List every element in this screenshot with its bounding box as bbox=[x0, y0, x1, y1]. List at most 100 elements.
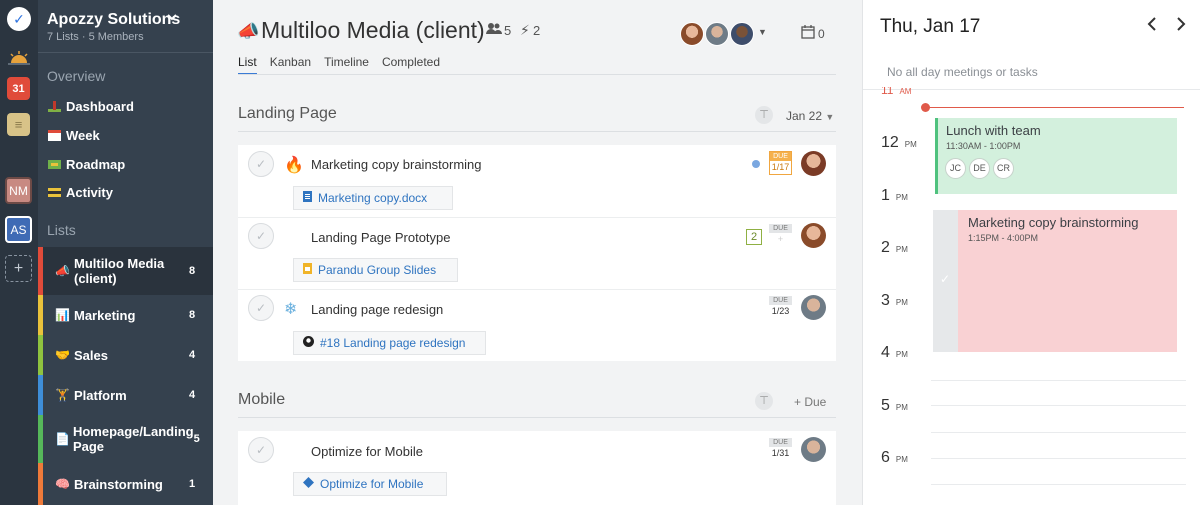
tab-timeline[interactable]: Timeline bbox=[324, 55, 369, 75]
list-label: Marketing bbox=[74, 307, 136, 323]
divider bbox=[238, 417, 836, 418]
avatar[interactable] bbox=[801, 223, 826, 248]
caret-down-icon[interactable]: ▼ bbox=[758, 27, 767, 37]
task-checkbox[interactable]: ✓ bbox=[248, 151, 274, 177]
megaphone-icon: 📣 bbox=[237, 21, 260, 41]
sidebar: Apozzy Solutions 7 Lists · 5 Members Ove… bbox=[38, 0, 213, 505]
sidebar-list-marketing[interactable]: 📊 Marketing 8 bbox=[38, 295, 213, 335]
due-badge[interactable]: DUE 1/17 bbox=[769, 151, 792, 175]
section-title[interactable]: Landing Page bbox=[238, 105, 337, 123]
attendee-chip[interactable]: CR bbox=[993, 158, 1014, 179]
calendar-count: 0 bbox=[818, 27, 825, 41]
sidebar-list-sales[interactable]: 🤝 Sales 4 bbox=[38, 335, 213, 375]
task-title[interactable]: Optimize for Mobile bbox=[311, 444, 423, 459]
check-icon: ✓ bbox=[940, 272, 951, 286]
list-count: 5 bbox=[193, 433, 200, 445]
hour-gridline bbox=[931, 484, 1186, 485]
attendee-chip[interactable]: JC bbox=[945, 158, 966, 179]
chevron-right-icon[interactable] bbox=[1176, 17, 1186, 36]
hour-gridline bbox=[931, 458, 1186, 459]
section-title[interactable]: Mobile bbox=[238, 391, 285, 409]
attendee-chip[interactable]: DE bbox=[969, 158, 990, 179]
sidebar-item-roadmap[interactable]: Roadmap bbox=[47, 154, 125, 174]
calendar-check-icon[interactable] bbox=[801, 25, 815, 42]
task-checkbox[interactable]: ✓ bbox=[248, 295, 274, 321]
hour-value: 2 bbox=[881, 239, 890, 256]
sidebar-item-dashboard[interactable]: Dashboard bbox=[47, 96, 134, 116]
due-badge[interactable]: DUE 1/23 bbox=[769, 296, 792, 318]
github-icon bbox=[303, 336, 314, 350]
sidebar-item-activity[interactable]: Activity bbox=[47, 182, 113, 202]
task-title[interactable]: Marketing copy brainstorming bbox=[311, 157, 482, 172]
attachment-chip[interactable]: Optimize for Mobile bbox=[293, 472, 447, 496]
hour-ampm: PM bbox=[895, 245, 908, 254]
task-title[interactable]: Landing page redesign bbox=[311, 302, 443, 317]
calendar-week-icon bbox=[47, 129, 62, 142]
workspace-as-button[interactable]: AS bbox=[5, 216, 32, 243]
avatar[interactable] bbox=[801, 151, 826, 176]
calendar-event-lunch[interactable]: Lunch with team 11:30AM - 1:00PM JC DE C… bbox=[935, 118, 1177, 194]
chevron-left-icon[interactable] bbox=[1147, 17, 1157, 36]
tab-kanban[interactable]: Kanban bbox=[270, 55, 311, 75]
bolt-count: 2 bbox=[533, 23, 541, 38]
hour-ampm: PM bbox=[895, 350, 908, 359]
pin-icon[interactable]: ⊤ bbox=[755, 106, 773, 124]
task-checkbox[interactable]: ✓ bbox=[248, 223, 274, 249]
sidebar-list-multiloo[interactable]: 📣 Multiloo Media (client) 8 bbox=[38, 247, 213, 295]
hour-value: 1 bbox=[881, 187, 890, 204]
list-count: 8 bbox=[189, 265, 196, 277]
tab-list[interactable]: List bbox=[238, 55, 257, 75]
brain-icon: 🧠 bbox=[55, 477, 70, 491]
hour-label: 5 PM bbox=[881, 397, 908, 415]
org-summary: 7 Lists · 5 Members bbox=[47, 31, 144, 43]
calendar-date: Thu, Jan 17 bbox=[880, 16, 981, 37]
notes-icon[interactable]: ≡ bbox=[7, 113, 30, 136]
sidebar-item-week[interactable]: Week bbox=[47, 125, 100, 145]
app-logo-icon[interactable]: ✓ bbox=[7, 7, 31, 31]
avatar[interactable] bbox=[680, 22, 704, 46]
bolt-icon[interactable]: ⚡ bbox=[520, 22, 530, 39]
add-due-button[interactable]: + Due bbox=[794, 395, 826, 409]
sunrise-icon[interactable] bbox=[5, 44, 32, 71]
avatar[interactable] bbox=[801, 295, 826, 320]
divider bbox=[238, 217, 836, 218]
page-title[interactable]: Multiloo Media (client) bbox=[261, 17, 485, 44]
due-badge[interactable]: DUE + bbox=[769, 224, 792, 246]
subtask-count[interactable]: 2 bbox=[746, 229, 762, 245]
avatar[interactable] bbox=[730, 22, 754, 46]
attachment-name: Marketing copy.docx bbox=[318, 191, 428, 205]
attachment-chip[interactable]: #18 Landing page redesign bbox=[293, 331, 486, 355]
workspace-nm-button[interactable]: NM bbox=[5, 177, 32, 204]
calendar-icon[interactable]: 31 bbox=[7, 77, 30, 100]
add-workspace-button[interactable]: + bbox=[5, 255, 32, 282]
list-label: Sales bbox=[74, 347, 108, 363]
due-badge[interactable]: DUE 1/31 bbox=[769, 438, 792, 460]
task-title[interactable]: Landing Page Prototype bbox=[311, 230, 451, 245]
attachment-name: #18 Landing page redesign bbox=[320, 336, 466, 350]
attachment-chip[interactable]: Marketing copy.docx bbox=[293, 186, 453, 210]
sidebar-list-homepage[interactable]: 📄 Homepage/Landing Page 5 bbox=[38, 415, 213, 463]
tab-completed[interactable]: Completed bbox=[382, 55, 440, 75]
calendar-panel: Thu, Jan 17 No all day meetings or tasks… bbox=[862, 0, 1200, 505]
pin-icon[interactable]: ⊤ bbox=[755, 392, 773, 410]
task-checkbox[interactable]: ✓ bbox=[248, 437, 274, 463]
sidebar-list-brainstorming[interactable]: 🧠 Brainstorming 1 bbox=[38, 463, 213, 505]
calendar-event-marketing[interactable]: ✓ Marketing copy brainstorming 1:15PM - … bbox=[933, 210, 1177, 352]
hour-ampm: PM bbox=[895, 298, 908, 307]
diamond-icon bbox=[303, 477, 314, 491]
due-value: 1/31 bbox=[769, 447, 792, 460]
avatar[interactable] bbox=[705, 22, 729, 46]
divider bbox=[38, 52, 213, 53]
section-due[interactable]: Jan 22 ▼ bbox=[786, 109, 834, 123]
chevron-down-icon[interactable] bbox=[167, 12, 177, 24]
activity-icon bbox=[47, 186, 62, 199]
org-name[interactable]: Apozzy Solutions bbox=[47, 11, 180, 29]
hour-label: 1 PM bbox=[881, 187, 908, 205]
hour-label: 12 PM bbox=[881, 134, 917, 152]
sidebar-list-platform[interactable]: 🏋 Platform 4 bbox=[38, 375, 213, 415]
avatar[interactable] bbox=[801, 437, 826, 462]
task-check-bar[interactable]: ✓ bbox=[933, 210, 958, 352]
members-icon[interactable] bbox=[486, 23, 502, 38]
list-count: 4 bbox=[189, 389, 196, 401]
attachment-chip[interactable]: Parandu Group Slides bbox=[293, 258, 458, 282]
